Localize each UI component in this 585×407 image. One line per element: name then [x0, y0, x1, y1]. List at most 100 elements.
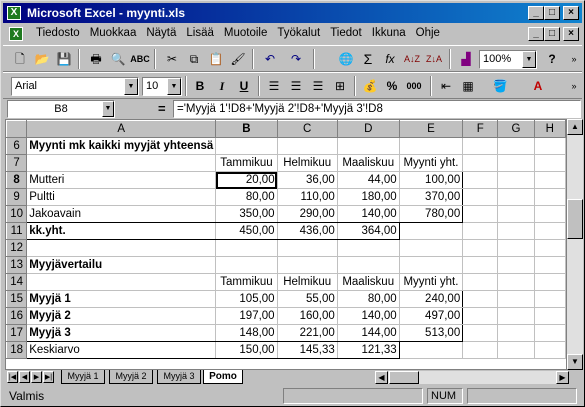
- column-header-b[interactable]: B: [215, 120, 278, 138]
- first-sheet-icon[interactable]: |◀: [7, 371, 18, 383]
- row-header[interactable]: 14: [6, 273, 28, 291]
- cell-h15[interactable]: [534, 290, 566, 308]
- name-box[interactable]: B8 ▼: [7, 100, 115, 118]
- cell-a17[interactable]: Myyjä 3: [26, 324, 217, 342]
- row-header[interactable]: 6: [6, 137, 28, 155]
- cell-g15[interactable]: [497, 290, 535, 308]
- cell-h9[interactable]: [534, 188, 566, 206]
- sort-ascending-icon[interactable]: A↓Z: [401, 49, 423, 69]
- chevron-down-icon[interactable]: ▼: [102, 101, 114, 117]
- cell-f16[interactable]: [462, 307, 499, 325]
- cell-d12[interactable]: [337, 239, 400, 257]
- cell-d6[interactable]: [337, 137, 400, 155]
- help-icon[interactable]: ?: [541, 49, 563, 69]
- cell-b17[interactable]: 148,00: [215, 324, 278, 342]
- cell-h16[interactable]: [534, 307, 566, 325]
- cell-b13[interactable]: [215, 256, 278, 274]
- cell-c13[interactable]: [277, 256, 338, 274]
- cell-d9[interactable]: 180,00: [337, 188, 400, 206]
- cell-d17[interactable]: 144,00: [337, 324, 400, 342]
- font-select[interactable]: Arial ▼: [11, 77, 139, 96]
- redo-icon[interactable]: ↷: [285, 49, 307, 69]
- cell-g7[interactable]: [497, 154, 535, 172]
- zoom-select[interactable]: 100% ▼: [479, 50, 537, 69]
- chevron-down-icon[interactable]: ▼: [124, 78, 138, 95]
- align-left-icon[interactable]: ☰: [263, 76, 285, 96]
- sheet-tab-pomo[interactable]: Pomo: [203, 370, 243, 384]
- toolbar-more-icon[interactable]: »: [563, 49, 585, 69]
- cell-h18[interactable]: [534, 341, 566, 359]
- cell-f17[interactable]: [462, 324, 499, 342]
- cell-f14[interactable]: [462, 273, 499, 291]
- cell-d13[interactable]: [337, 256, 400, 274]
- select-all-corner[interactable]: [6, 120, 28, 138]
- align-right-icon[interactable]: ☰: [307, 76, 329, 96]
- cell-b14[interactable]: Tammikuu: [215, 273, 278, 291]
- cell-e7[interactable]: Myynti yht.: [399, 154, 464, 172]
- align-center-icon[interactable]: ☰: [285, 76, 307, 96]
- menu-tiedosto[interactable]: Tiedosto: [31, 27, 85, 39]
- row-header[interactable]: 12: [6, 239, 28, 257]
- italic-button[interactable]: I: [211, 76, 233, 96]
- cell-d10[interactable]: 140,00: [337, 205, 400, 223]
- row-header[interactable]: 11: [6, 222, 28, 240]
- cell-c8[interactable]: 36,00: [277, 171, 338, 189]
- cell-f8[interactable]: [462, 171, 499, 189]
- menu-ikkuna[interactable]: Ikkuna: [367, 27, 411, 39]
- cell-e18[interactable]: [399, 341, 464, 359]
- row-header[interactable]: 10: [6, 205, 28, 223]
- cell-c12[interactable]: [277, 239, 338, 257]
- column-header-e[interactable]: E: [398, 120, 464, 138]
- toolbar-more-icon[interactable]: »: [563, 76, 585, 96]
- next-sheet-icon[interactable]: ▶: [31, 371, 42, 383]
- cell-c14[interactable]: Helmikuu: [277, 273, 338, 291]
- cell-f6[interactable]: [462, 137, 499, 155]
- autosum-icon[interactable]: Σ: [357, 49, 379, 69]
- print-icon[interactable]: 🖶: [85, 49, 107, 69]
- cell-d16[interactable]: 140,00: [337, 307, 400, 325]
- cell-a16[interactable]: Myyjä 2: [26, 307, 217, 325]
- cell-b9[interactable]: 80,00: [215, 188, 278, 206]
- cell-g14[interactable]: [497, 273, 535, 291]
- column-header-c[interactable]: C: [276, 120, 338, 138]
- cell-a15[interactable]: Myyjä 1: [26, 290, 217, 308]
- row-header[interactable]: 15: [6, 290, 28, 308]
- cell-a10[interactable]: Jakoavain: [26, 205, 217, 223]
- cell-f15[interactable]: [462, 290, 499, 308]
- paste-icon[interactable]: 📋: [205, 49, 227, 69]
- cell-f11[interactable]: [462, 222, 499, 240]
- cell-a18[interactable]: Keskiarvo: [26, 341, 217, 359]
- cell-d18[interactable]: 121,33: [337, 341, 400, 359]
- column-header-g[interactable]: G: [497, 120, 535, 138]
- format-painter-icon[interactable]: 🖌: [227, 49, 249, 69]
- cell-e13[interactable]: [399, 256, 464, 274]
- cell-g8[interactable]: [497, 171, 535, 189]
- cell-g11[interactable]: [497, 222, 535, 240]
- cell-f12[interactable]: [462, 239, 499, 257]
- menu-tiedot[interactable]: Tiedot: [325, 27, 367, 39]
- cell-a8[interactable]: Mutteri: [26, 171, 217, 189]
- cell-g6[interactable]: [497, 137, 535, 155]
- cell-b16[interactable]: 197,00: [215, 307, 278, 325]
- cell-b15[interactable]: 105,00: [215, 290, 278, 308]
- cell-f13[interactable]: [462, 256, 499, 274]
- new-file-icon[interactable]: 🗋: [9, 49, 31, 69]
- cell-e9[interactable]: 370,00: [399, 188, 464, 206]
- cell-h14[interactable]: [534, 273, 566, 291]
- vertical-scrollbar[interactable]: ▲ ▼: [567, 119, 583, 370]
- cell-h8[interactable]: [534, 171, 566, 189]
- cell-c18[interactable]: 145,33: [277, 341, 338, 359]
- cell-a11[interactable]: kk.yht.: [26, 222, 217, 240]
- menu-muotoile[interactable]: Muotoile: [219, 27, 272, 39]
- menu-tyokalut[interactable]: Työkalut: [272, 27, 325, 39]
- cell-e17[interactable]: 513,00: [399, 324, 464, 342]
- cut-icon[interactable]: ✂: [161, 49, 183, 69]
- sheet-tab-myyja-1[interactable]: Myyjä 1: [61, 370, 105, 384]
- cell-d8[interactable]: 44,00: [337, 171, 400, 189]
- last-sheet-icon[interactable]: ▶|: [43, 371, 54, 383]
- scroll-left-icon[interactable]: ◀: [375, 371, 388, 384]
- cell-f7[interactable]: [462, 154, 499, 172]
- cell-d7[interactable]: Maaliskuu: [337, 154, 400, 172]
- cell-c15[interactable]: 55,00: [277, 290, 338, 308]
- cell-h17[interactable]: [534, 324, 566, 342]
